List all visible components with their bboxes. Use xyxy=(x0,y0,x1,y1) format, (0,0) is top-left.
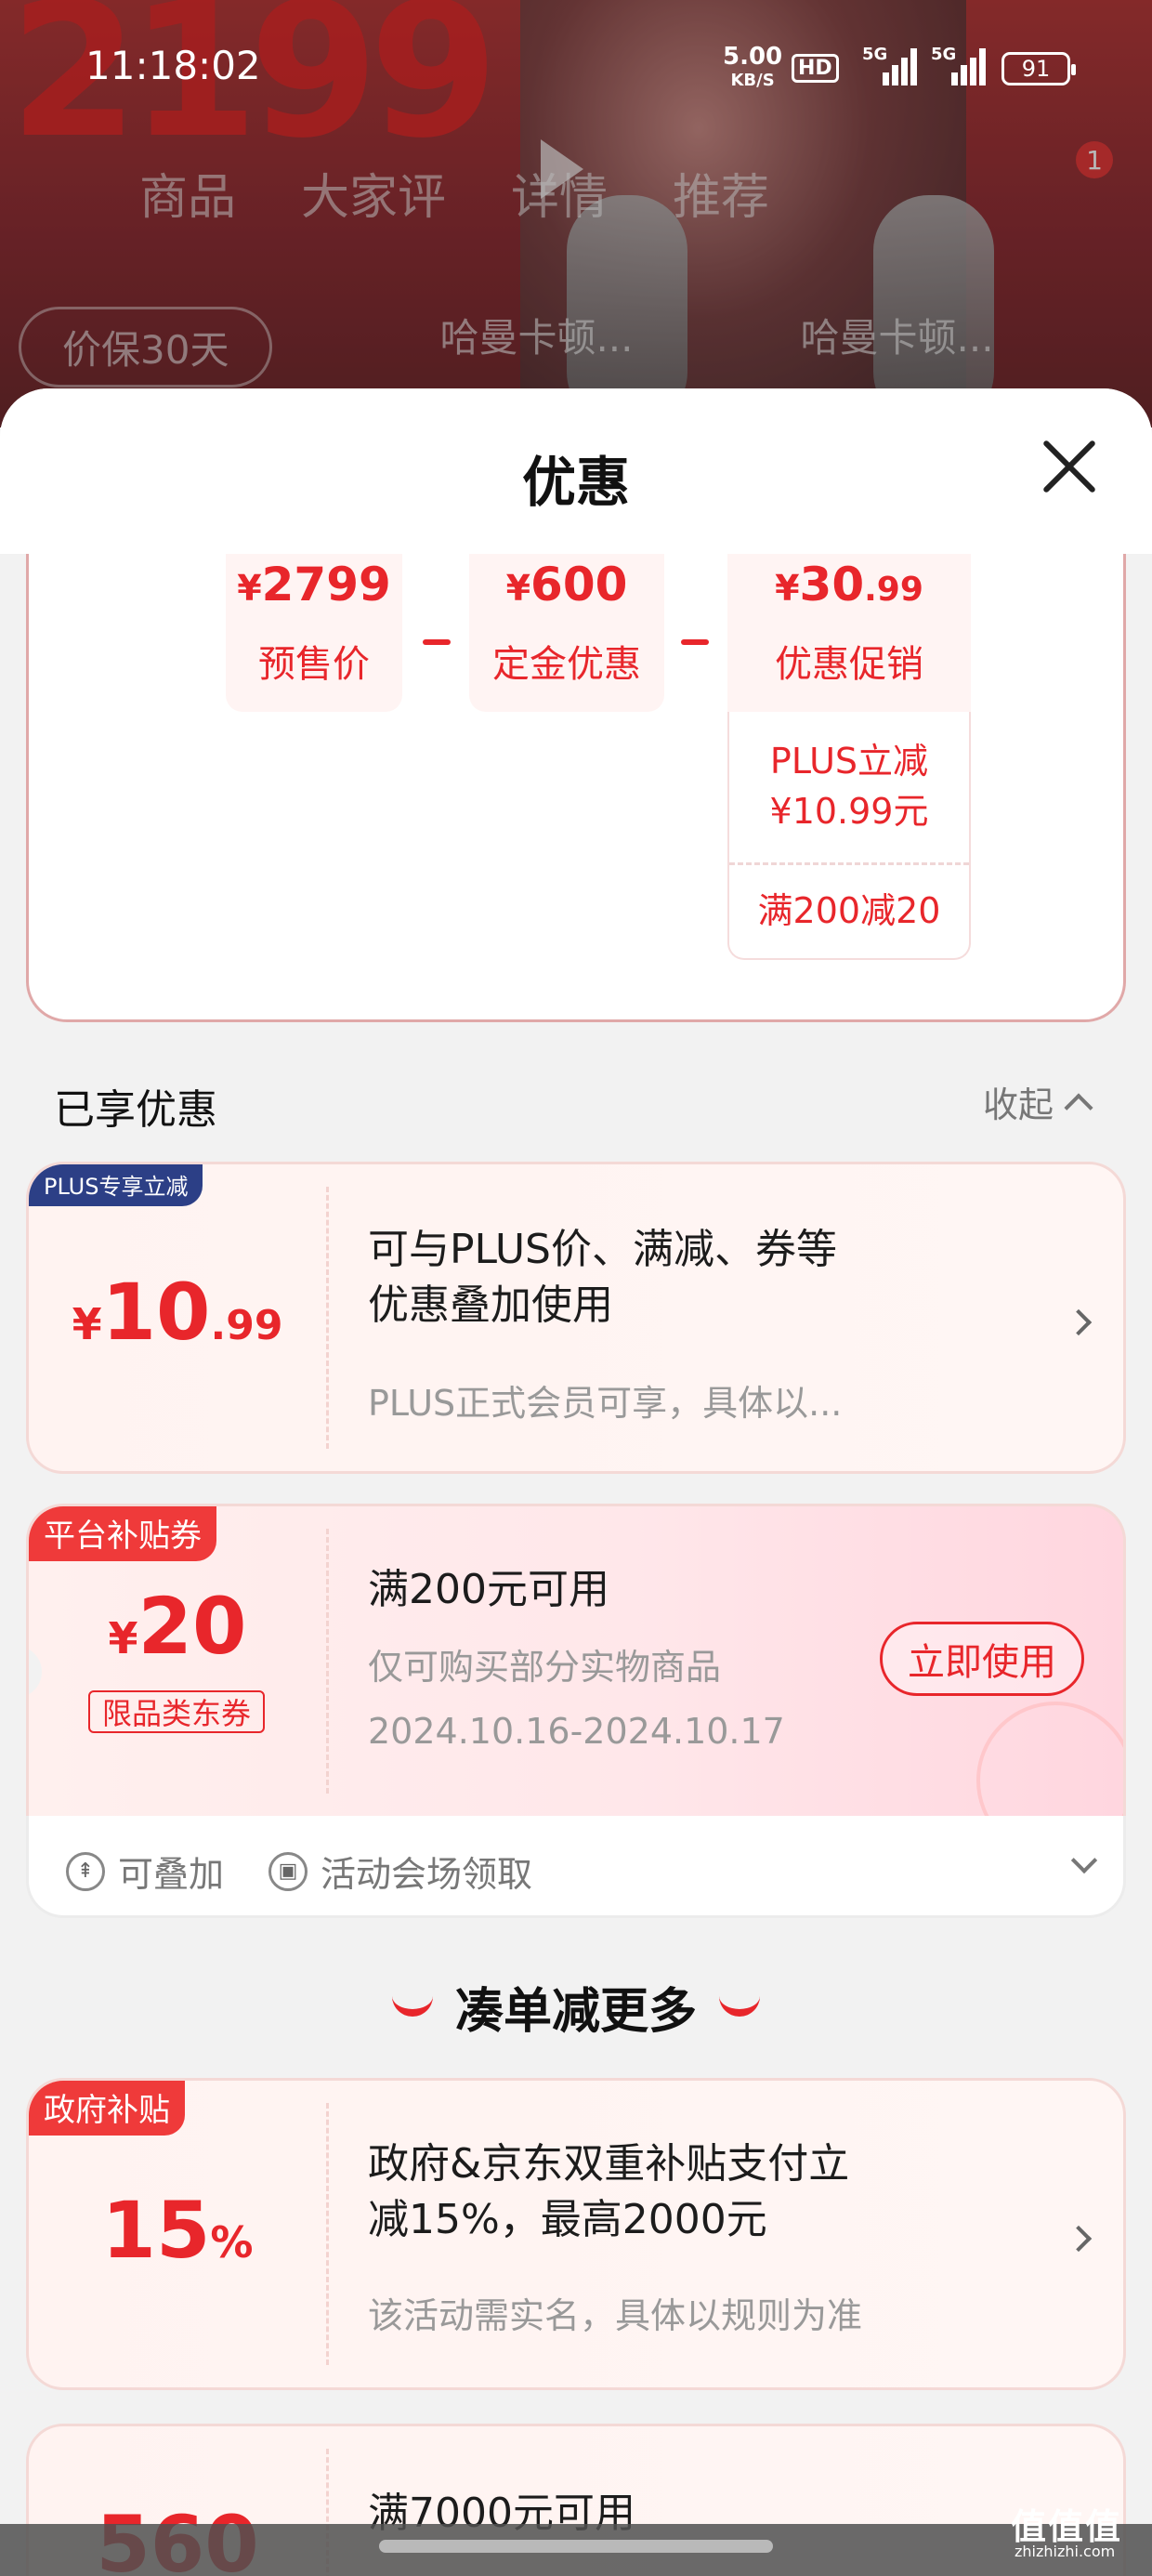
subsidy-coupon-card: 平台补贴券 ¥20 限品类东券 满200元可用 仅可购买部分实物商品 2024.… xyxy=(26,1504,1126,1816)
chevron-right-icon xyxy=(1065,1308,1093,1336)
close-icon[interactable] xyxy=(1039,435,1102,498)
hd-voice-icon: HD xyxy=(792,54,839,83)
network-speed: 5.00 KB/S xyxy=(723,45,782,93)
ticket-icon: ▣ xyxy=(268,1851,308,1891)
discount-sheet: 优惠 ¥2799 预售价 ¥600 定金优惠 ¥30.99 优惠促销 PLUS立… xyxy=(0,388,1152,2576)
gov-subsidy-card[interactable]: 政府补贴 15% 政府&京东双重补贴支付立 减15%，最高2000元 该活动需实… xyxy=(26,2078,1126,2390)
gov-desc-line2: 减15%，最高2000元 xyxy=(368,2196,767,2243)
network-speed-value: 5.00 xyxy=(723,43,783,71)
network-speed-unit: KB/S xyxy=(730,71,775,90)
price-breakdown-card: ¥2799 预售价 ¥600 定金优惠 ¥30.99 优惠促销 PLUS立减 ¥… xyxy=(26,554,1126,1022)
minus-icon xyxy=(423,639,451,645)
minus-icon xyxy=(681,639,709,645)
subsidy-validity: 2024.10.16-2024.10.17 xyxy=(368,1711,785,1752)
gov-desc-line1: 政府&京东双重补贴支付立 xyxy=(368,2140,850,2188)
battery-icon: 91 xyxy=(1001,52,1076,85)
chevron-right-icon xyxy=(1065,2225,1093,2253)
signal-label-2: 5G xyxy=(931,45,957,64)
collapse-button[interactable]: 收起 xyxy=(983,1076,1093,1127)
gov-subtext: 该活动需实名，具体以规则为准 xyxy=(368,2295,863,2336)
currency-symbol: ¥ xyxy=(108,1613,138,1663)
coupon-divider xyxy=(326,1187,329,1449)
chevron-up-icon xyxy=(1064,1092,1093,1123)
home-indicator[interactable] xyxy=(379,2540,773,2553)
subsidy-amount: 20 xyxy=(137,1581,247,1672)
more-savings-heading: 凑单减更多 xyxy=(0,1972,1152,2042)
presale-label: 预售价 xyxy=(258,643,370,686)
subsidy-threshold: 满200元可用 xyxy=(368,1566,609,1613)
plus-description: 可与PLUS价、满减、券等 优惠叠加使用 xyxy=(368,1222,837,1334)
currency-symbol: ¥ xyxy=(505,568,531,609)
smile-icon-right xyxy=(719,1994,760,2017)
plus-value-int: 10 xyxy=(101,1267,211,1358)
status-bar: 11:18:02 5.00 KB/S HD 5G 5G 91 xyxy=(0,0,1152,139)
chevron-down-icon[interactable] xyxy=(1070,1847,1098,1874)
plus-value-dec: .99 xyxy=(210,1302,283,1349)
promo-plus-label: PLUS立减 xyxy=(769,741,929,782)
subsidy-tag: 平台补贴券 xyxy=(29,1506,216,1561)
smile-icon-left xyxy=(391,1994,433,2017)
plus-desc-line2: 优惠叠加使用 xyxy=(368,1281,613,1329)
promo-discount-box: ¥30.99 优惠促销 xyxy=(727,554,971,712)
sheet-title: 优惠 xyxy=(521,451,630,514)
watermark-text: 值值值 xyxy=(1011,2506,1123,2547)
collapse-label: 收起 xyxy=(983,1084,1054,1125)
stackable-info: ⇞ 可叠加 xyxy=(66,1846,224,1897)
subsidy-coupon-footer[interactable]: ⇞ 可叠加 ▣ 活动会场领取 xyxy=(26,1816,1126,1918)
decorative-stamp xyxy=(976,1702,1123,1816)
category-limit-tag: 限品类东券 xyxy=(88,1690,265,1733)
signal-icon-1: 5G xyxy=(862,45,918,85)
deposit-amount: 600 xyxy=(530,558,628,611)
gov-percent-value: 15 xyxy=(101,2185,211,2276)
gov-subsidy-tag: 政府补贴 xyxy=(29,2081,185,2136)
stackable-label: 可叠加 xyxy=(118,1854,225,1895)
gov-description: 政府&京东双重补贴支付立 减15%，最高2000元 xyxy=(368,2136,849,2248)
percent-sign: % xyxy=(210,2217,254,2267)
sheet-header: 优惠 xyxy=(0,388,1152,554)
subsidy-scope: 仅可购买部分实物商品 xyxy=(368,1647,722,1688)
plus-discount-value: ¥10.99 xyxy=(29,1267,326,1358)
coupon-divider xyxy=(326,1529,329,1794)
more-savings-title: 凑单减更多 xyxy=(454,1984,697,2040)
plus-discount-card[interactable]: PLUS专享立减 ¥10.99 可与PLUS价、满减、券等 优惠叠加使用 PLU… xyxy=(26,1162,1126,1474)
deposit-label: 定金优惠 xyxy=(492,643,641,686)
watermark-site: zhizhizhi.com xyxy=(1015,2543,1116,2560)
subsidy-coupon-value: ¥20 xyxy=(29,1581,326,1672)
currency-symbol: ¥ xyxy=(775,568,800,609)
coupon-divider xyxy=(326,2103,329,2365)
plus-subtext: PLUS正式会员可享，具体以... xyxy=(368,1383,843,1424)
enjoyed-discounts-heading: 已享优惠 xyxy=(54,1086,217,1134)
use-now-button[interactable]: 立即使用 xyxy=(880,1622,1084,1696)
coupon-source-info: ▣ 活动会场领取 xyxy=(268,1846,532,1897)
currency-symbol: ¥ xyxy=(237,568,262,609)
promo-amount-int: 30 xyxy=(799,558,865,611)
gov-subsidy-value: 15% xyxy=(29,2185,326,2276)
currency-symbol: ¥ xyxy=(72,1299,102,1349)
promo-amount-dec: .99 xyxy=(864,571,923,609)
stack-icon: ⇞ xyxy=(66,1851,105,1891)
plus-desc-line1: 可与PLUS价、满减、券等 xyxy=(368,1226,837,1273)
promo-item-threshold: 满200减20 xyxy=(757,890,941,931)
signal-label-1: 5G xyxy=(862,45,888,64)
status-time: 11:18:02 xyxy=(85,43,261,88)
presale-price-box: ¥2799 预售价 xyxy=(226,554,402,712)
promo-item-plus: PLUS立减 ¥10.99元 xyxy=(729,712,969,865)
promo-plus-amount: ¥10.99元 xyxy=(769,791,929,832)
deposit-discount-box: ¥600 定金优惠 xyxy=(469,554,664,712)
coupon-source-label: 活动会场领取 xyxy=(321,1854,533,1895)
promo-label: 优惠促销 xyxy=(775,643,923,686)
presale-amount: 2799 xyxy=(261,558,391,611)
plus-tag: PLUS专享立减 xyxy=(29,1164,203,1206)
watermark-logo: 值值值 zhizhizhi.com xyxy=(1011,2498,1123,2560)
signal-icon-2: 5G xyxy=(931,45,987,85)
promo-detail-list: PLUS立减 ¥10.99元 满200减20 xyxy=(727,712,971,960)
